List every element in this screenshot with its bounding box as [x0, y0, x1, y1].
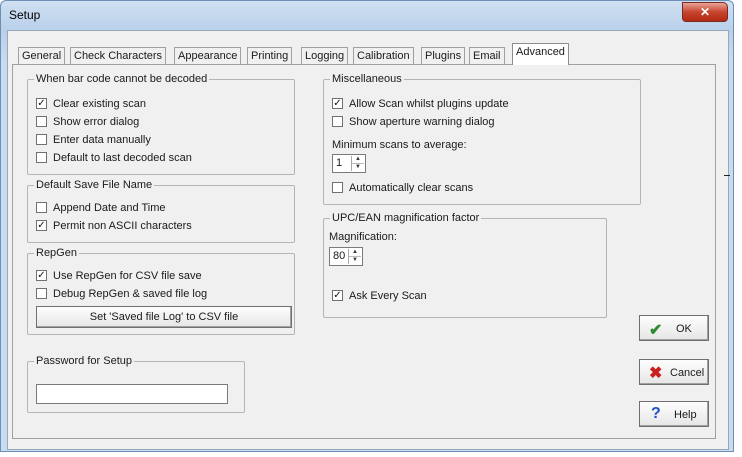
checkbox-label: Debug RepGen & saved file log	[53, 288, 208, 300]
title-bar[interactable]: Setup ✕	[1, 1, 733, 29]
permit-non-ascii-checkbox[interactable]: ✓ Permit non ASCII characters	[36, 220, 192, 234]
checkbox-label: Enter data manually	[53, 134, 151, 146]
checkbox-box: ✓	[332, 290, 343, 301]
tab-email[interactable]: Email	[469, 47, 505, 64]
group-label: Password for Setup	[34, 355, 134, 367]
checkbox-label: Show error dialog	[53, 116, 140, 128]
tab-plugins[interactable]: Plugins	[421, 47, 466, 64]
checkbox-label: Show aperture warning dialog	[349, 116, 495, 128]
checkbox-box	[36, 152, 47, 163]
checkbox-box: ✓	[36, 220, 47, 231]
tab-logging[interactable]: Logging	[301, 47, 349, 64]
ok-button[interactable]: ✔ OK	[639, 315, 709, 341]
spin-up-icon[interactable]: ▲	[349, 249, 361, 257]
edge-tick-mark	[724, 175, 730, 176]
checkbox-box	[36, 134, 47, 145]
checkbox-box	[36, 116, 47, 127]
ask-every-scan-checkbox[interactable]: ✓ Ask Every Scan	[332, 290, 427, 304]
checkbox-box	[36, 288, 47, 299]
checkbox-label: Ask Every Scan	[349, 290, 427, 302]
spin-up-icon[interactable]: ▲	[352, 156, 364, 164]
close-icon: ✕	[699, 5, 711, 19]
cancel-label: Cancel	[670, 367, 705, 379]
debug-repgen-checkbox[interactable]: Debug RepGen & saved file log	[36, 288, 207, 302]
checkbox-box	[332, 116, 343, 127]
checkbox-box	[36, 202, 47, 213]
miscellaneous-group: Miscellaneous ✓ Allow Scan whilst plugins…	[323, 73, 641, 205]
allow-scan-plugins-checkbox[interactable]: ✓ Allow Scan whilst plugins update	[332, 98, 509, 112]
dialog-body: General Check Characters Appearance Prin…	[7, 30, 729, 450]
checkbox-box: ✓	[332, 98, 343, 109]
tab-appearance[interactable]: Appearance	[174, 47, 242, 64]
group-label: Default Save File Name	[34, 179, 155, 191]
checkbox-label: Permit non ASCII characters	[53, 220, 192, 232]
checkbox-label: Clear existing scan	[53, 98, 146, 110]
close-button[interactable]: ✕	[682, 2, 728, 22]
auto-clear-scans-checkbox[interactable]: Automatically clear scans	[332, 182, 473, 196]
checkbox-box: ✓	[36, 270, 47, 281]
clear-existing-scan-checkbox[interactable]: ✓ Clear existing scan	[36, 98, 146, 112]
checkbox-label: Append Date and Time	[53, 202, 166, 214]
min-scans-spinner[interactable]: 1 ▲ ▼	[332, 154, 366, 173]
tab-check-characters[interactable]: Check Characters	[70, 47, 167, 64]
min-scans-value: 1	[336, 157, 343, 169]
spin-down-icon[interactable]: ▼	[349, 257, 361, 264]
tab-calibration[interactable]: Calibration	[353, 47, 414, 64]
checkbox-label: Use RepGen for CSV file save	[53, 270, 202, 282]
show-aperture-warning-checkbox[interactable]: Show aperture warning dialog	[332, 116, 495, 130]
group-label: When bar code cannot be decoded	[34, 73, 210, 85]
set-saved-file-log-button[interactable]: Set 'Saved file Log' to CSV file	[36, 306, 292, 328]
group-label: Miscellaneous	[330, 73, 404, 85]
magnification-spinner[interactable]: 80 ▲ ▼	[329, 247, 363, 266]
append-date-time-checkbox[interactable]: Append Date and Time	[36, 202, 166, 216]
default-last-decoded-checkbox[interactable]: Default to last decoded scan	[36, 152, 192, 166]
default-save-file-name-group: Default Save File Name Append Date and T…	[27, 179, 295, 243]
cancel-button[interactable]: ✖ Cancel	[639, 359, 709, 385]
tab-general[interactable]: General	[18, 47, 66, 64]
min-scans-label: Minimum scans to average:	[332, 139, 467, 151]
question-mark-icon: ?	[651, 405, 661, 422]
checkbox-box: ✓	[36, 98, 47, 109]
use-repgen-csv-checkbox[interactable]: ✓ Use RepGen for CSV file save	[36, 270, 202, 284]
decode-failure-group: When bar code cannot be decoded ✓ Clear e…	[27, 73, 295, 175]
checkmark-icon: ✔	[649, 322, 663, 339]
repgen-group: RepGen ✓ Use RepGen for CSV file save Deb…	[27, 247, 295, 335]
setup-window: Setup ✕ General Check Characters Appeara…	[0, 0, 734, 452]
tab-advanced[interactable]: Advanced	[512, 43, 569, 65]
cancel-x-icon: ✖	[649, 365, 663, 382]
tab-printing[interactable]: Printing	[247, 47, 293, 64]
enter-data-manually-checkbox[interactable]: Enter data manually	[36, 134, 151, 148]
ok-label: OK	[676, 323, 692, 335]
password-input[interactable]	[36, 384, 228, 404]
spinner-arrows[interactable]: ▲ ▼	[351, 156, 364, 171]
magnification-group: UPC/EAN magnification factor Magnificati…	[323, 212, 607, 318]
help-button[interactable]: ? Help	[639, 401, 709, 427]
tab-strip: General Check Characters Appearance Prin…	[10, 43, 728, 65]
checkbox-box	[332, 182, 343, 193]
checkbox-label: Default to last decoded scan	[53, 152, 192, 164]
group-label: UPC/EAN magnification factor	[330, 212, 482, 224]
window-title: Setup	[9, 8, 41, 22]
checkbox-label: Automatically clear scans	[349, 182, 474, 194]
spin-down-icon[interactable]: ▼	[352, 164, 364, 171]
group-label: RepGen	[34, 247, 79, 259]
advanced-panel: When bar code cannot be decoded ✓ Clear e…	[12, 64, 716, 439]
help-label: Help	[674, 409, 697, 421]
spinner-arrows[interactable]: ▲ ▼	[348, 249, 361, 264]
password-group: Password for Setup	[27, 355, 245, 413]
checkbox-label: Allow Scan whilst plugins update	[349, 98, 509, 110]
magnification-label: Magnification:	[329, 231, 397, 243]
magnification-value: 80	[333, 250, 346, 262]
show-error-dialog-checkbox[interactable]: Show error dialog	[36, 116, 139, 130]
